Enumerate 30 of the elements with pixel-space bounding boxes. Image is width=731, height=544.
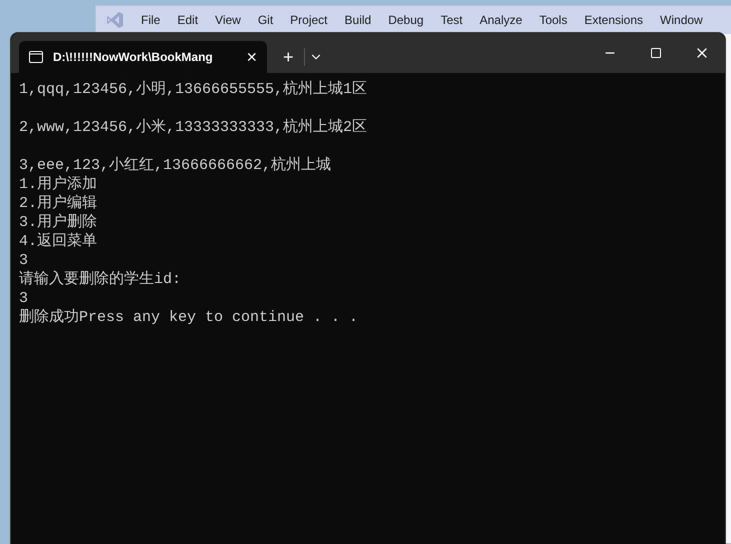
menu-item[interactable]: Analyze (480, 11, 522, 29)
console-line: 请输入要删除的学生id: (19, 270, 182, 289)
menu-item[interactable]: Project (290, 11, 328, 29)
menu-item[interactable]: Tools (539, 11, 568, 29)
menu-item[interactable]: Edit (177, 11, 198, 29)
menu-item[interactable]: Extensions (584, 11, 644, 29)
terminal-tab[interactable]: D:\!!!!!!NowWork\BookMang × (19, 41, 267, 73)
new-tab-button[interactable]: + (277, 48, 300, 66)
console-line: 3 (19, 251, 28, 270)
menu-item[interactable]: File (141, 11, 160, 29)
close-tab-button[interactable]: × (246, 48, 257, 66)
console-line: 3.用户删除 (19, 213, 98, 232)
menu-item[interactable]: Build (344, 11, 372, 29)
menu-item[interactable]: Window (660, 11, 703, 29)
menu-item[interactable]: Git (258, 11, 274, 29)
console-line: 1,qqq,123456,小明,13666655555,杭州上城1区 (19, 80, 368, 99)
console-line: 删除成功Press any key to continue . . . (19, 308, 358, 327)
menu-item[interactable]: View (215, 11, 241, 29)
console-line: 2.用户编辑 (19, 194, 98, 213)
menu-item[interactable]: Debug (388, 11, 424, 29)
console-line: 3 (19, 289, 28, 308)
console-line: 3,eee,123,小红红,13666666662,杭州上城 (19, 156, 332, 175)
console-line: 4.返回菜单 (19, 232, 98, 251)
console-icon (29, 51, 43, 63)
console-line: 1.用户添加 (19, 175, 98, 194)
maximize-icon (650, 47, 662, 59)
menu-item[interactable]: Test (440, 11, 463, 29)
tab-title: D:\!!!!!!NowWork\BookMang (53, 49, 214, 66)
logo-icon (106, 11, 124, 29)
console-line: 2,www,123456,小米,13333333333,杭州上城2区 (19, 118, 368, 137)
